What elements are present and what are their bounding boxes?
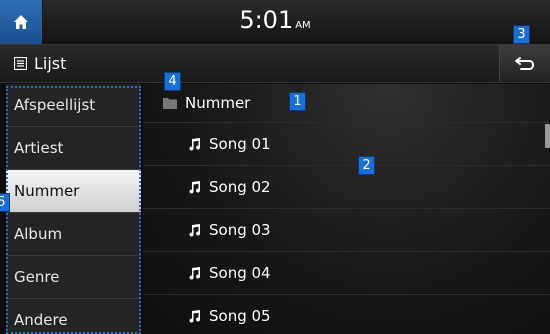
song-list: Nummer Song 01 Song 02 Song 03 Song 04 S… <box>143 84 550 334</box>
sidebar-item-afspeellijst[interactable]: Afspeellijst <box>6 84 141 127</box>
callout-3: 3 <box>513 25 530 44</box>
music-note-icon <box>189 309 201 323</box>
status-bar: 5:01 AM <box>0 0 550 45</box>
list-item[interactable]: Song 01 <box>143 123 550 166</box>
list-title-label: Lijst <box>34 54 67 73</box>
song-label: Song 05 <box>209 307 271 325</box>
callout-1: 1 <box>289 92 306 111</box>
scrollbar[interactable] <box>545 124 550 148</box>
back-button[interactable] <box>499 45 550 82</box>
sidebar-item-genre[interactable]: Genre <box>6 256 141 299</box>
clock-time: 5:01 <box>239 6 294 34</box>
song-label: Song 01 <box>209 135 271 153</box>
song-label: Song 04 <box>209 264 271 282</box>
list-item[interactable]: Song 03 <box>143 209 550 252</box>
list-item[interactable]: Song 05 <box>143 295 550 334</box>
folder-label: Nummer <box>185 94 251 112</box>
list-item[interactable]: Song 04 <box>143 252 550 295</box>
folder-icon <box>163 98 177 109</box>
callout-4: 4 <box>164 72 181 91</box>
list-item[interactable]: Song 02 <box>143 166 550 209</box>
folder-row[interactable]: Nummer <box>143 84 550 123</box>
sidebar-item-artiest[interactable]: Artiest <box>6 127 141 170</box>
song-label: Song 03 <box>209 221 271 239</box>
callout-2: 2 <box>358 156 375 175</box>
sidebar-item-album[interactable]: Album <box>6 213 141 256</box>
list-title: Lijst <box>14 54 66 73</box>
sidebar-item-andere[interactable]: Andere <box>6 299 141 334</box>
header-bar: Lijst <box>0 45 550 83</box>
music-note-icon <box>189 266 201 280</box>
callout-5: 5 <box>0 193 10 212</box>
list-icon <box>14 57 27 70</box>
music-note-icon <box>189 137 201 151</box>
sidebar-item-nummer[interactable]: Nummer <box>6 170 141 213</box>
music-note-icon <box>189 180 201 194</box>
clock: 5:01 AM <box>0 6 550 34</box>
media-list-screen: 5:01 AM Lijst Afspeellijst Artiest Nummer… <box>0 0 550 334</box>
back-arrow-icon <box>515 56 535 70</box>
song-label: Song 02 <box>209 178 271 196</box>
clock-ampm: AM <box>295 20 311 31</box>
category-menu: Afspeellijst Artiest Nummer Album Genre … <box>6 84 141 334</box>
music-note-icon <box>189 223 201 237</box>
